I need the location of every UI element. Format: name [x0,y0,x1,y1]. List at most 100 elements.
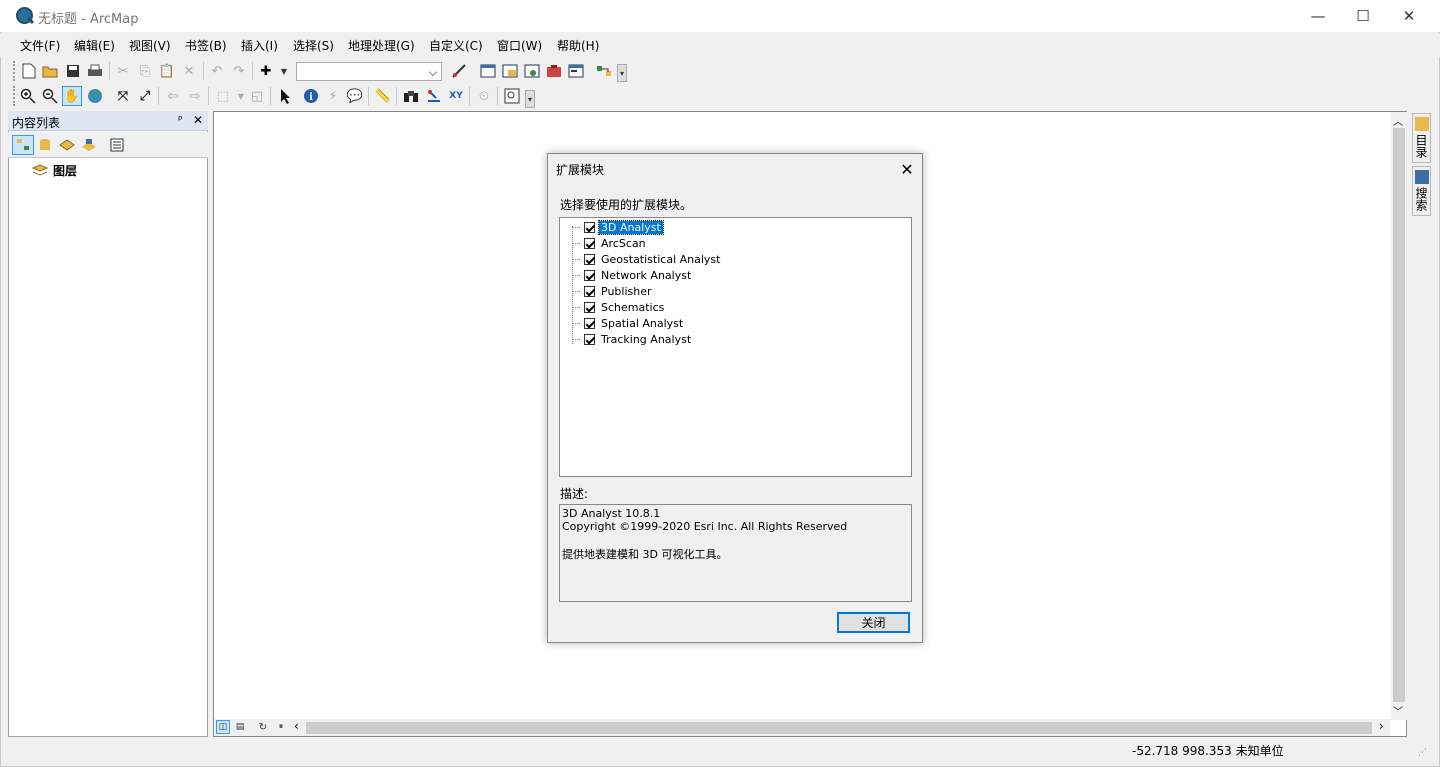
menu-selection[interactable]: 选择(S) [293,37,334,54]
layout-view-icon[interactable]: ▤ [233,720,247,734]
add-data-icon[interactable]: ✚ [257,62,275,80]
fixed-zoom-in-icon[interactable]: ⤧ [114,87,132,105]
toolbar-options-icon[interactable]: ▾ [525,90,535,108]
extension-checkbox[interactable] [584,237,595,249]
copy-icon[interactable]: ⎘ [136,62,154,80]
print-icon[interactable] [86,62,104,80]
extension-checkbox[interactable] [584,301,595,313]
extension-checkbox[interactable] [584,221,595,233]
python-window-icon[interactable] [567,62,585,80]
list-by-drawing-order-icon[interactable] [12,135,34,155]
vertical-scroll-thumb[interactable] [1393,128,1405,702]
menu-geoprocessing[interactable]: 地理处理(G) [348,37,415,54]
back-extent-icon[interactable]: ⇦ [164,87,182,105]
menu-customize[interactable]: 自定义(C) [429,37,483,54]
extension-label[interactable]: Tracking Analyst [599,333,693,346]
measure-icon[interactable]: 📏 [374,87,392,105]
extension-label[interactable]: ArcScan [599,237,648,250]
menu-view[interactable]: 视图(V) [129,37,171,54]
data-view-icon[interactable]: ◫ [216,720,230,734]
menu-help[interactable]: 帮助(H) [557,37,599,54]
extension-row-3d-analyst[interactable]: 3D Analyst [572,219,664,235]
extension-checkbox[interactable] [584,269,595,281]
menu-insert[interactable]: 插入(I) [241,37,278,54]
list-by-source-icon[interactable] [36,136,54,154]
new-document-icon[interactable] [20,62,38,80]
full-extent-globe-icon[interactable] [86,87,104,105]
pause-drawing-icon[interactable]: ⏸ [274,720,288,734]
find-binoculars-icon[interactable] [402,87,420,105]
extension-row-arcscan[interactable]: ArcScan [572,235,648,251]
redo-icon[interactable]: ↷ [230,62,248,80]
create-viewer-window-icon[interactable] [503,87,521,105]
save-icon[interactable] [64,62,82,80]
extension-label[interactable]: 3D Analyst [598,219,664,235]
extension-row-geostatistical-analyst[interactable]: Geostatistical Analyst [572,251,722,267]
resize-grip-icon[interactable]: ⋰ [1418,748,1427,758]
toolbar-grip[interactable] [13,61,16,81]
scroll-up-icon[interactable]: ︿ [1393,113,1403,128]
extension-checkbox[interactable] [584,333,595,345]
identify-icon[interactable]: i [302,87,320,105]
extension-label[interactable]: Network Analyst [599,269,693,282]
select-elements-arrow-icon[interactable] [276,87,294,105]
layers-label[interactable]: 图层 [53,162,77,179]
table-of-contents-icon[interactable] [479,62,497,80]
list-by-selection-icon[interactable] [80,136,98,154]
dialog-close-icon[interactable]: ✕ [896,158,918,180]
search-dock-tab[interactable]: 搜索 [1412,166,1431,216]
close-window-button[interactable]: ✕ [1386,0,1432,32]
toc-options-icon[interactable] [108,136,126,154]
map-scale-combo[interactable] [296,62,442,81]
extension-checkbox[interactable] [584,253,595,265]
extension-label[interactable]: Schematics [599,301,666,314]
extension-row-spatial-analyst[interactable]: Spatial Analyst [572,315,685,331]
scroll-left-icon[interactable]: ‹ [294,719,299,733]
extension-checkbox[interactable] [584,285,595,297]
html-popup-icon[interactable]: 💬 [346,87,364,105]
menu-edit[interactable]: 编辑(E) [74,37,115,54]
select-features-icon[interactable]: ⬚ [214,87,232,105]
undo-icon[interactable]: ↶ [208,62,226,80]
list-by-visibility-icon[interactable] [58,136,76,154]
time-slider-icon[interactable]: ⏲ [475,87,493,105]
close-button[interactable]: 关闭 [837,612,910,633]
minimize-button[interactable]: — [1295,0,1341,32]
extension-label[interactable]: Geostatistical Analyst [599,253,722,266]
find-route-icon[interactable] [425,87,443,105]
search-window-icon[interactable] [523,62,541,80]
hyperlink-icon[interactable]: ⚡ [324,87,342,105]
menu-windows[interactable]: 窗口(W) [497,37,542,54]
catalog-dock-tab[interactable]: 目录 [1412,113,1431,163]
forward-extent-icon[interactable]: ⇨ [186,87,204,105]
extension-row-network-analyst[interactable]: Network Analyst [572,267,693,283]
catalog-window-icon[interactable] [501,62,519,80]
refresh-icon[interactable]: ↻ [256,720,270,734]
arctoolbox-icon[interactable] [545,62,563,80]
fixed-zoom-out-icon[interactable]: ⤢ [136,87,154,105]
extension-label[interactable]: Spatial Analyst [599,317,685,330]
extension-row-publisher[interactable]: Publisher [572,283,654,299]
zoom-out-icon[interactable] [41,87,59,105]
extension-checkbox[interactable] [584,317,595,329]
toolbar-options-icon[interactable]: ▾ [617,64,627,82]
horizontal-scroll-thumb[interactable] [306,722,1372,734]
toolbar-grip[interactable] [13,86,16,106]
menu-file[interactable]: 文件(F) [20,37,60,54]
extension-row-tracking-analyst[interactable]: Tracking Analyst [572,331,693,347]
go-to-xy-icon[interactable]: XY [447,87,465,105]
maximize-button[interactable]: ☐ [1340,0,1386,32]
zoom-in-icon[interactable] [19,87,37,105]
clear-selection-icon[interactable]: ◱ [248,87,266,105]
scroll-down-icon[interactable]: ﹀ [1393,703,1403,718]
delete-icon[interactable]: ✕ [180,62,198,80]
extension-label[interactable]: Publisher [599,285,654,298]
scroll-right-icon[interactable]: › [1379,719,1384,733]
editor-toolbar-icon[interactable] [450,62,468,80]
toc-close-icon[interactable]: ✕ [193,113,203,127]
pan-hand-icon[interactable]: ✋ [62,86,82,106]
open-folder-icon[interactable] [41,62,59,80]
extension-row-schematics[interactable]: Schematics [572,299,666,315]
toc-pin-icon[interactable]: ᵖ [178,113,183,126]
paste-icon[interactable]: 📋 [158,62,176,80]
